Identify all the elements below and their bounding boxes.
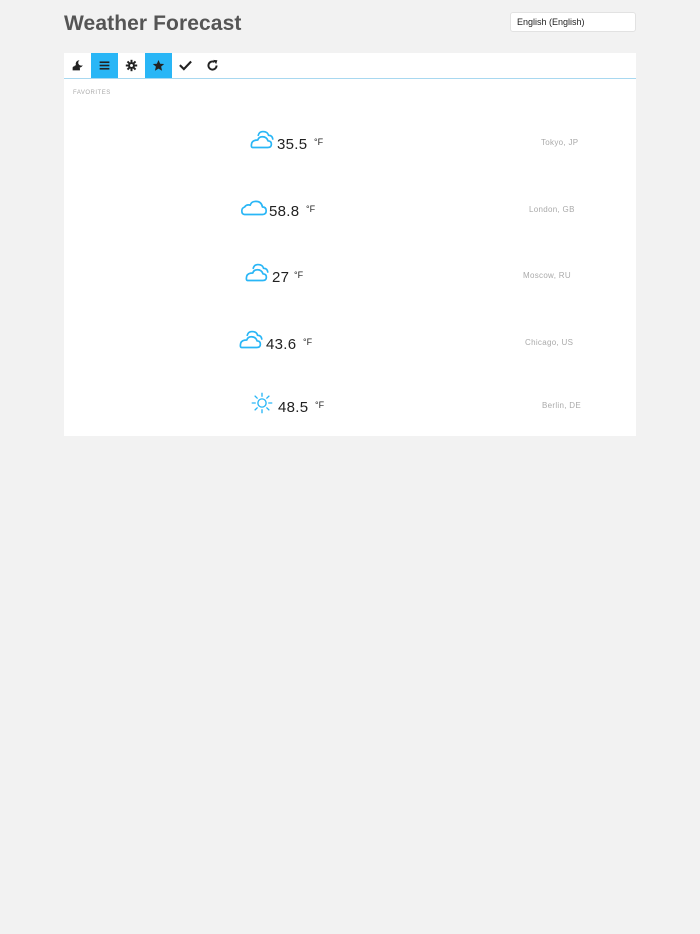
- city-name: Berlin, DE: [542, 401, 582, 410]
- favorite-row-moscow[interactable]: 27 °F Moscow, RU: [64, 261, 636, 301]
- temperature-unit: °F: [306, 204, 316, 214]
- list-icon: [99, 61, 110, 70]
- header: Weather Forecast English (English): [64, 10, 636, 42]
- gear-icon: [125, 59, 138, 72]
- temperature-unit: °F: [294, 270, 304, 280]
- favorites-tab-button[interactable]: [145, 53, 172, 78]
- cloud-icon: [239, 195, 269, 219]
- temperature-value: 27: [272, 269, 290, 286]
- favorite-row-london[interactable]: 58.8 °F London, GB: [64, 195, 636, 235]
- favorite-row-tokyo[interactable]: 35.5 °F Tokyo, JP: [64, 128, 636, 168]
- check-tab-button[interactable]: [172, 53, 199, 78]
- temperature-unit: °F: [315, 400, 325, 410]
- toolbar: [64, 53, 636, 79]
- star-icon: [152, 59, 165, 71]
- refresh-button[interactable]: [199, 53, 226, 78]
- favorite-row-chicago[interactable]: 43.6 °F Chicago, US: [64, 328, 636, 368]
- language-select[interactable]: English (English): [510, 12, 636, 32]
- partly-cloudy-icon: [242, 261, 272, 285]
- partly-cloudy-icon: [247, 128, 277, 152]
- city-name: Moscow, RU: [523, 271, 571, 280]
- temperature-unit: °F: [314, 137, 324, 147]
- favorite-row-berlin[interactable]: 48.5 °F Berlin, DE: [64, 391, 636, 431]
- weather-night-icon: [72, 60, 83, 71]
- main-panel: FAVORITES 35.5 °F Tokyo, JP 58.8 °F Lond…: [64, 53, 636, 436]
- favorites-label: FAVORITES: [73, 90, 111, 96]
- settings-tab-button[interactable]: [118, 53, 145, 78]
- city-name: Tokyo, JP: [541, 138, 579, 147]
- app-title: Weather Forecast: [64, 12, 242, 35]
- refresh-icon: [207, 59, 218, 71]
- temperature-value: 35.5: [277, 136, 308, 153]
- sun-icon: [247, 391, 277, 415]
- city-name: London, GB: [529, 205, 575, 214]
- city-name: Chicago, US: [525, 338, 574, 347]
- temperature-unit: °F: [303, 337, 313, 347]
- list-tab-button[interactable]: [91, 53, 118, 78]
- temperature-value: 58.8: [269, 203, 300, 220]
- temperature-value: 43.6: [266, 336, 297, 353]
- partly-cloudy-icon: [236, 328, 266, 352]
- check-icon: [179, 60, 192, 71]
- temperature-value: 48.5: [278, 399, 309, 416]
- weather-tab-button[interactable]: [64, 53, 91, 78]
